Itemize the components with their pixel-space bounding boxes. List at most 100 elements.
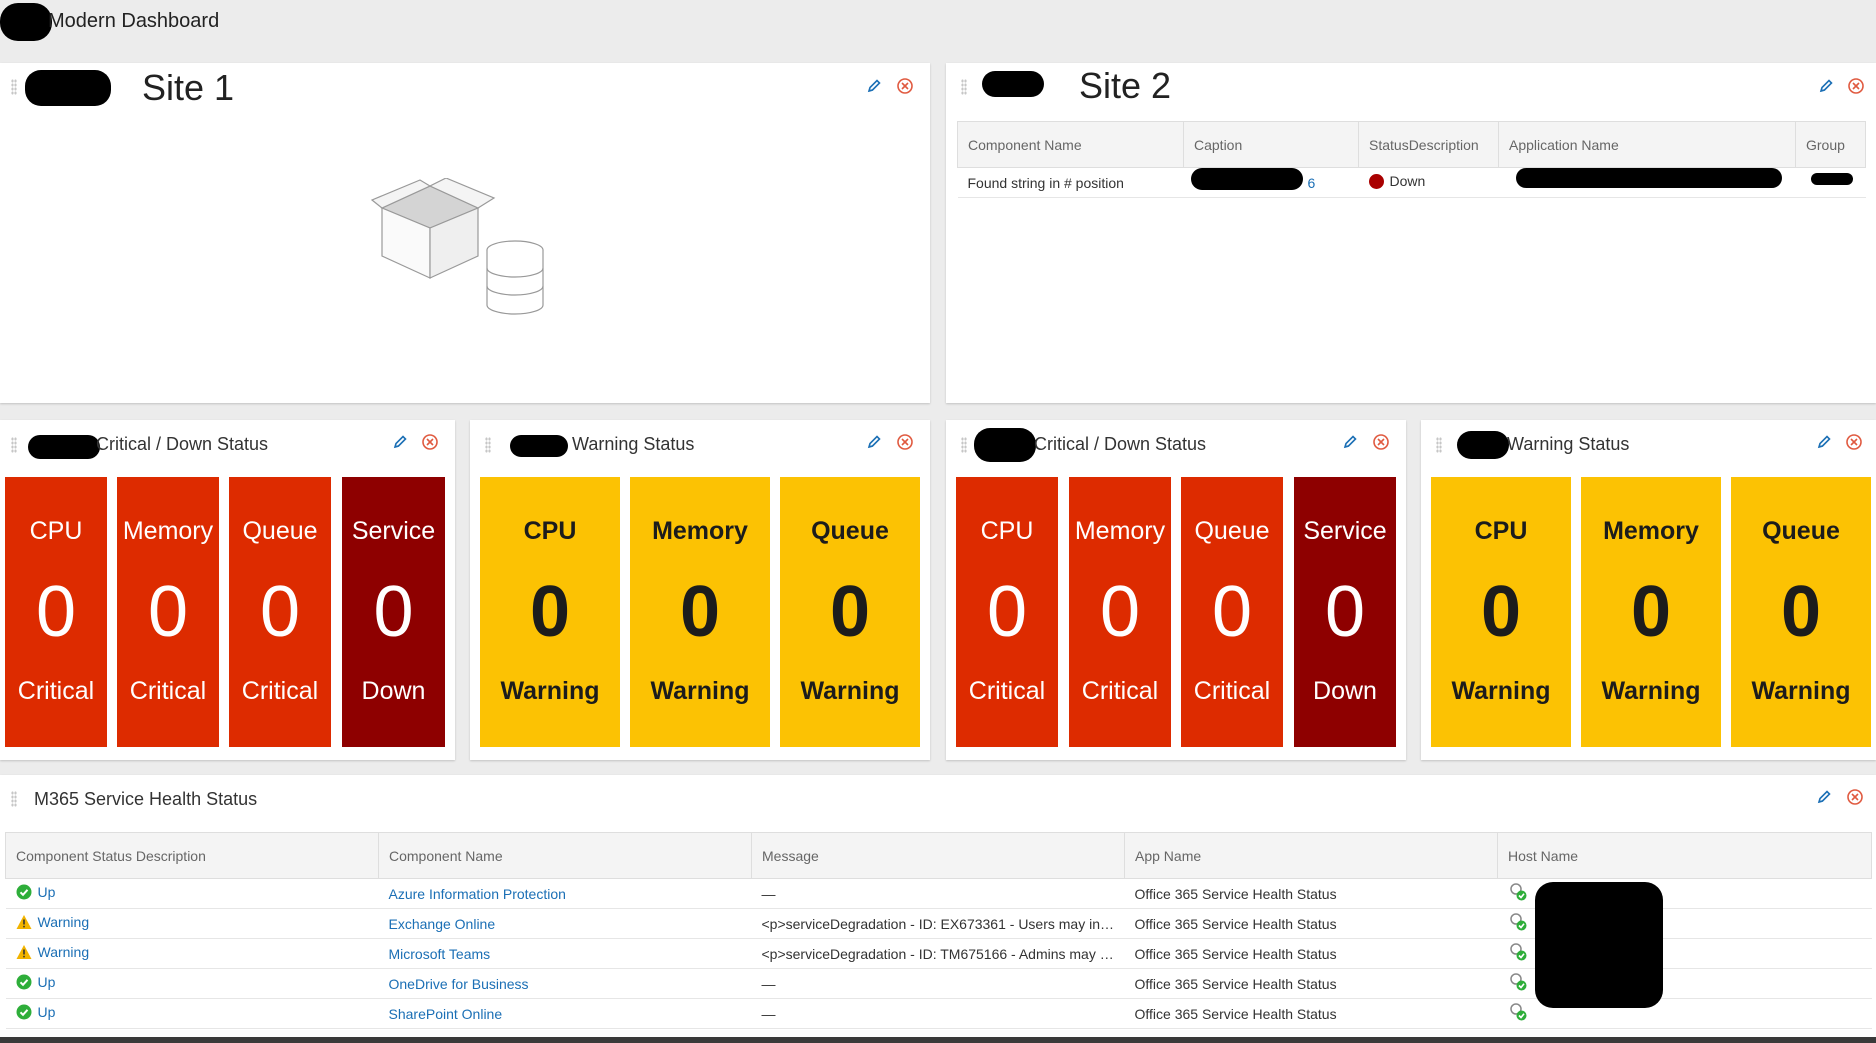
memory-critical-tile[interactable]: Memory 0 Critical [117,477,219,747]
tile-label: Queue [1194,517,1270,545]
panel-title: Critical / Down Status [96,434,269,454]
close-circle-icon[interactable] [894,431,916,453]
close-circle-icon[interactable] [1843,431,1865,453]
drag-handle-icon[interactable] [11,791,17,807]
component-cell: SharePoint Online [378,998,752,1029]
drag-handle-icon[interactable] [961,437,967,453]
column-header[interactable]: Group [1795,121,1866,168]
cpu-critical-tile[interactable]: CPU 0 Critical [5,477,107,747]
redacted-label [982,71,1044,97]
drag-handle-icon[interactable] [961,79,967,95]
memory-warning-tile[interactable]: Memory 0 Warning [630,477,770,747]
queue-critical-tile[interactable]: Queue 0 Critical [1181,477,1283,747]
table-header-row: Component Name Caption StatusDescription… [957,121,1866,168]
component-link[interactable]: SharePoint Online [389,1006,503,1022]
tile-status: Critical [1193,677,1271,705]
tile-status: Critical [968,677,1046,705]
status-cell: Up [5,998,379,1029]
redacted-application [1516,168,1782,188]
tile-value: 0 [373,572,414,652]
app-cell: Office 365 Service Health Status [1124,938,1498,969]
close-circle-icon[interactable] [1844,786,1866,808]
drag-handle-icon[interactable] [485,437,491,453]
close-circle-icon[interactable] [894,75,916,97]
close-circle-icon[interactable] [1845,75,1867,97]
tile-label: Queue [1762,517,1840,545]
pencil-icon[interactable] [1815,75,1837,97]
close-circle-icon[interactable] [1370,431,1392,453]
memory-critical-tile[interactable]: Memory 0 Critical [1069,477,1171,747]
component-link[interactable]: Azure Information Protection [389,886,566,902]
host-node-icon [1509,883,1526,901]
app-cell: Office 365 Service Health Status [1124,878,1498,909]
status-link[interactable]: Up [38,1004,56,1020]
component-cell: OneDrive for Business [378,968,752,999]
cpu-warning-tile[interactable]: CPU 0 Warning [480,477,620,747]
tile-label: Memory [652,517,748,545]
tile-value: 0 [1630,572,1672,652]
cpu-warning-tile[interactable]: CPU 0 Warning [1431,477,1571,747]
pencil-icon[interactable] [1813,786,1835,808]
status-text: Down [1389,173,1426,190]
column-header[interactable]: Component Name [378,832,752,879]
status-link[interactable]: Up [38,974,56,990]
column-header[interactable]: Component Name [957,121,1184,168]
cpu-critical-tile[interactable]: CPU 0 Critical [956,477,1058,747]
tile-status: Critical [241,677,319,705]
tile-value: 0 [986,572,1028,652]
panel-title: Critical / Down Status [1034,434,1207,454]
component-link[interactable]: Microsoft Teams [389,946,491,962]
app-cell: Office 365 Service Health Status [1124,968,1498,999]
service-down-tile[interactable]: Service 0 Down [342,477,445,747]
pencil-icon[interactable] [1813,431,1835,453]
site1-panel: Site 1 [0,63,930,403]
drag-handle-icon[interactable] [1436,437,1442,453]
warning-triangle-icon [16,945,31,959]
status-link[interactable]: Warning [38,944,90,960]
component-link[interactable]: Exchange Online [389,916,496,932]
close-circle-icon[interactable] [419,431,441,453]
panel-title: Site 1 [142,67,235,108]
pencil-icon[interactable] [389,431,411,453]
message-cell: <p>serviceDegradation - ID: TM675166 - A… [751,938,1125,969]
status-cell: Up [5,968,379,999]
pencil-icon[interactable] [863,431,885,453]
service-down-tile[interactable]: Service 0 Down [1294,477,1396,747]
column-header[interactable]: Application Name [1498,121,1796,168]
redacted-logo [0,3,52,41]
pencil-icon[interactable] [1339,431,1361,453]
drag-handle-icon[interactable] [11,79,17,95]
column-header[interactable]: Component Status Description [5,832,379,879]
tile-label: CPU [1474,517,1528,545]
component-link[interactable]: OneDrive for Business [389,976,529,992]
status-link[interactable]: Warning [38,914,90,930]
column-header[interactable]: StatusDescription [1358,121,1499,168]
m365-health-panel: M365 Service Health Status Component Sta… [0,775,1876,1037]
drag-handle-icon[interactable] [11,437,17,453]
status-link[interactable]: Up [38,884,56,900]
table-header-row: Component Status Description Component N… [5,832,1872,879]
tile-status: Critical [129,677,207,705]
page-title: Modern Dashboard [48,10,220,32]
tile-value: 0 [35,572,77,652]
queue-warning-tile[interactable]: Queue 0 Warning [780,477,920,747]
memory-warning-tile[interactable]: Memory 0 Warning [1581,477,1721,747]
column-header[interactable]: Host Name [1497,832,1872,879]
tile-status: Warning [650,677,750,705]
pencil-icon[interactable] [863,75,885,97]
caption-link[interactable]: 6 [1308,175,1316,191]
tile-status: Critical [17,677,95,705]
status-cell: Down [1358,167,1499,198]
column-header[interactable]: Caption [1183,121,1359,168]
host-node-icon [1509,1003,1526,1021]
panel-title: Warning Status [572,434,695,454]
queue-critical-tile[interactable]: Queue 0 Critical [229,477,331,747]
tile-value: 0 [679,572,721,652]
queue-warning-tile[interactable]: Queue 0 Warning [1731,477,1871,747]
redacted-label [974,428,1036,462]
tile-status: Warning [500,677,600,705]
column-header[interactable]: App Name [1124,832,1498,879]
tile-label: Memory [1074,517,1166,545]
horizontal-scrollbar[interactable] [0,1037,1876,1043]
column-header[interactable]: Message [751,832,1125,879]
